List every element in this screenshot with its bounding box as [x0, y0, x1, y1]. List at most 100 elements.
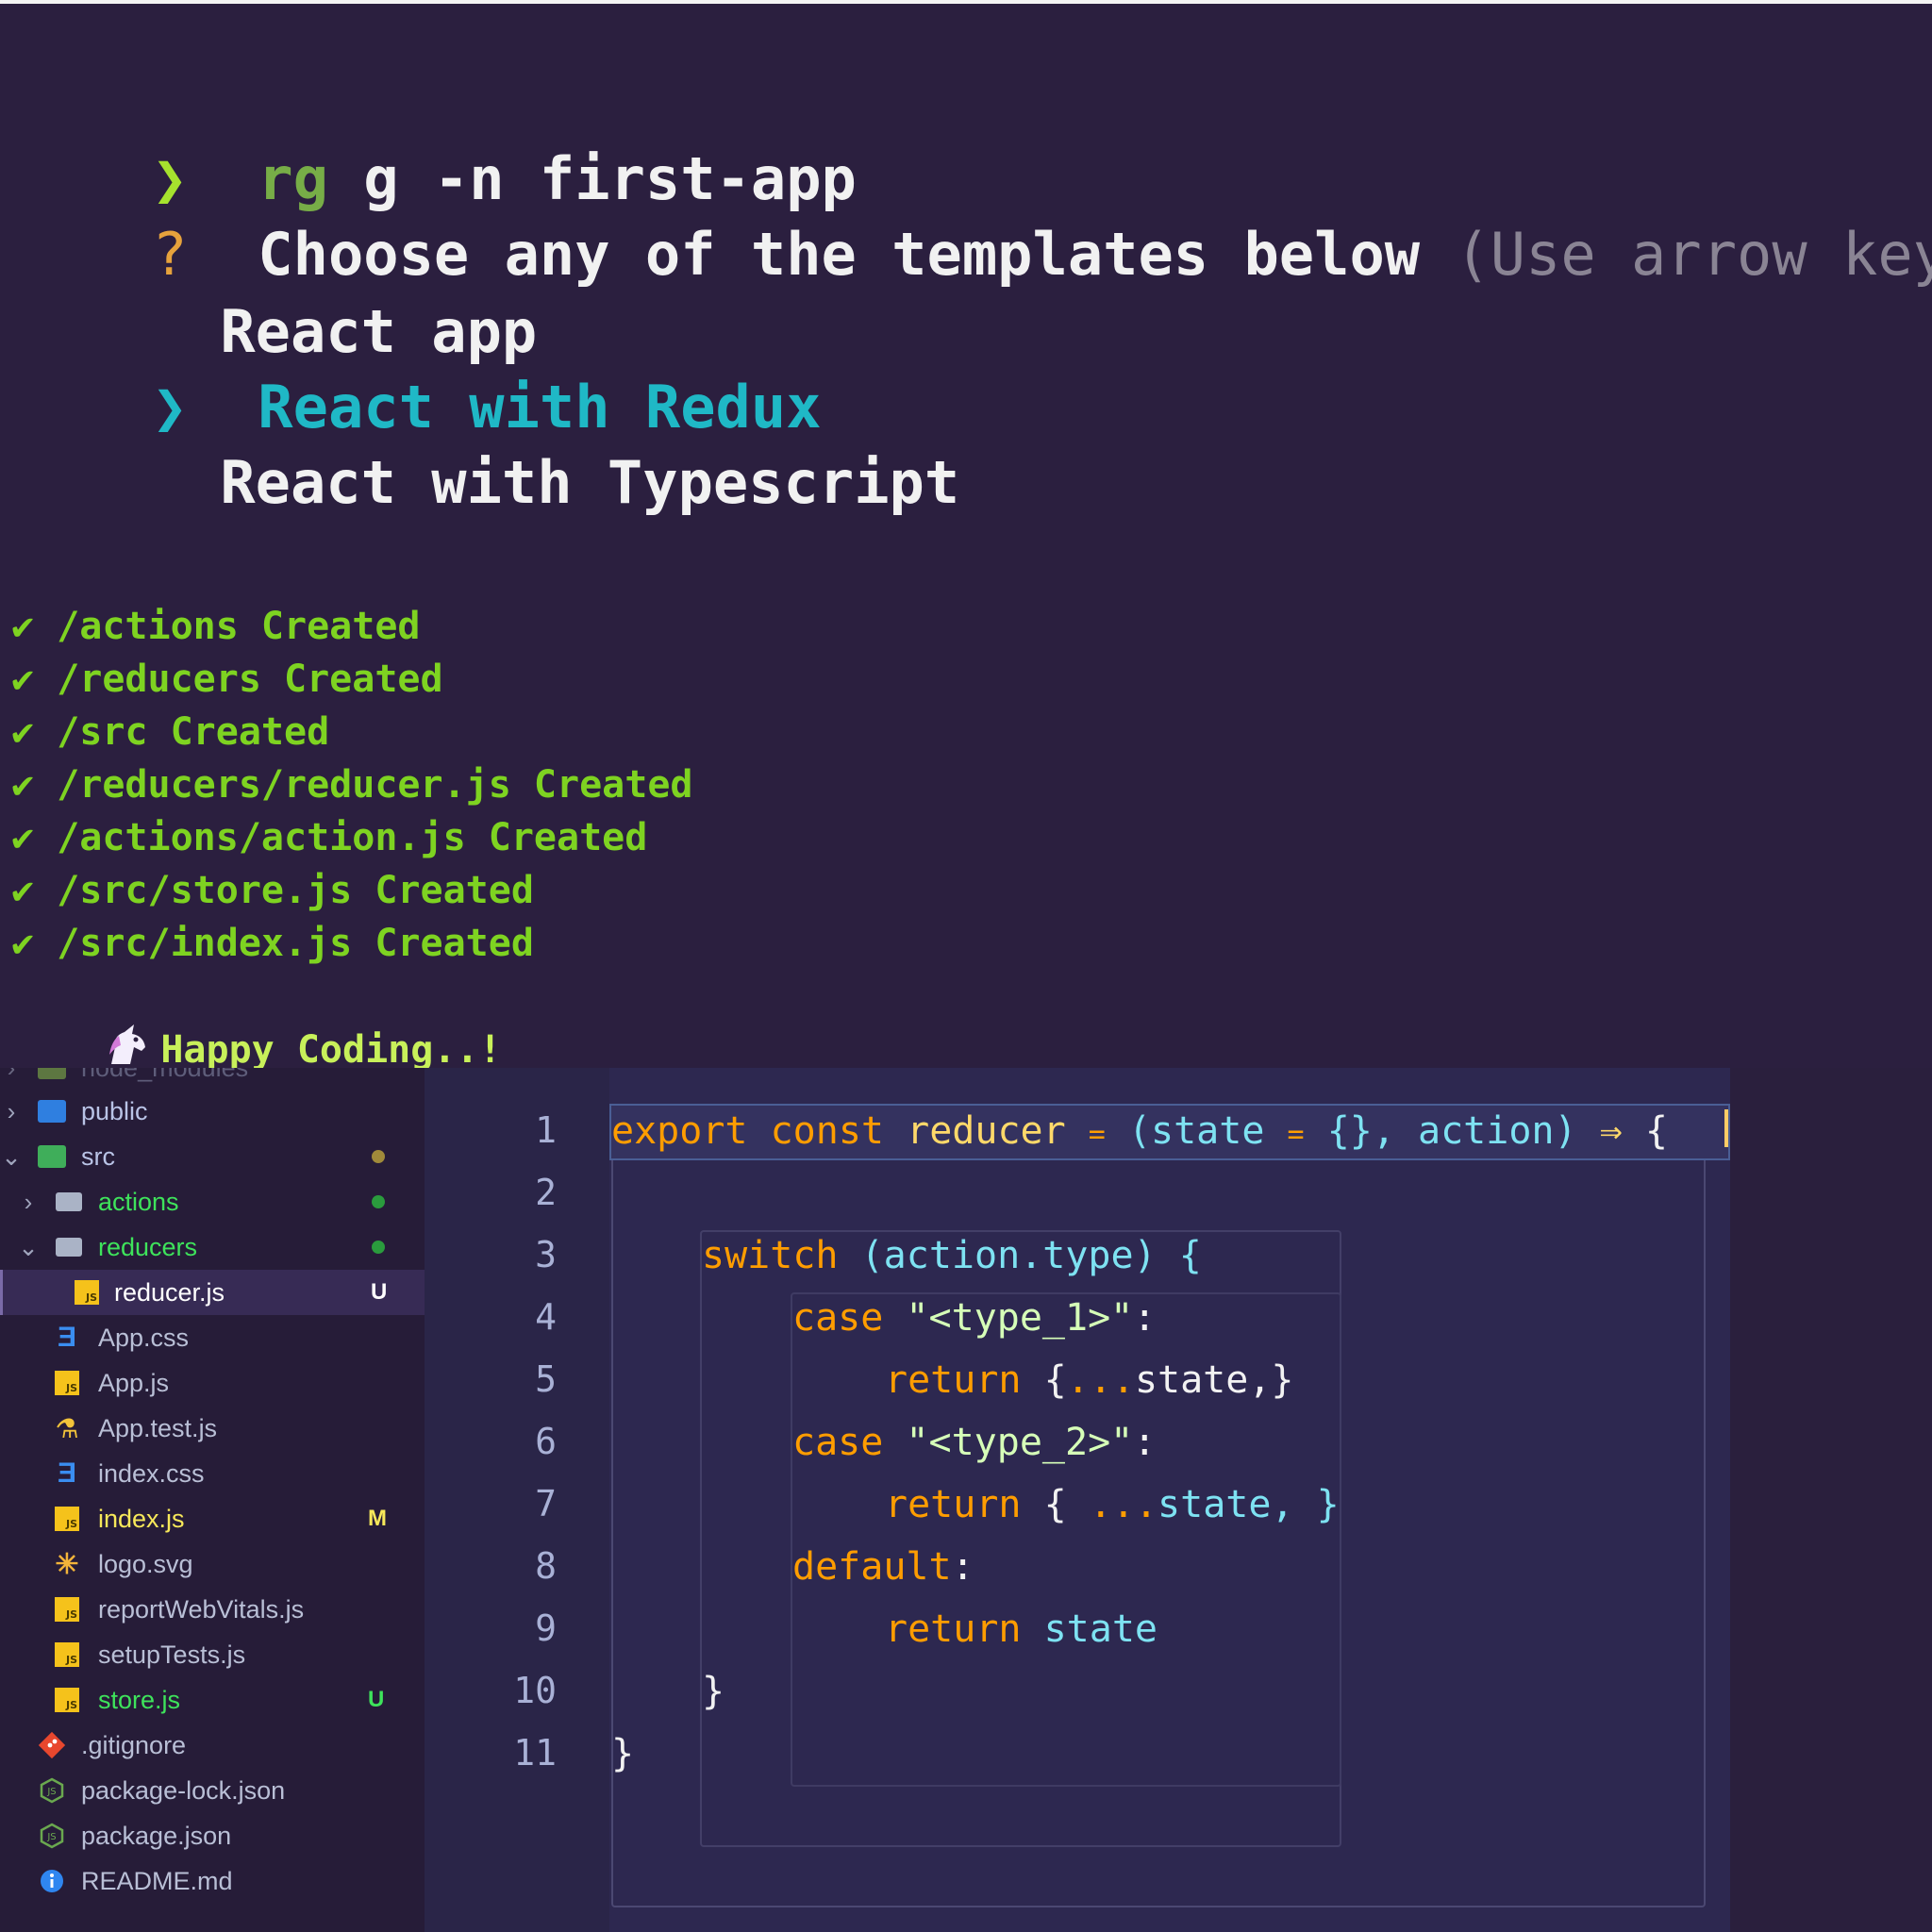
- modified-dot: [372, 1150, 385, 1163]
- js-file-icon: JS: [53, 1641, 81, 1669]
- token-keyword: default: [792, 1545, 952, 1589]
- line-number: 7: [535, 1483, 557, 1524]
- folder-icon: [38, 1068, 66, 1082]
- tree-row-report-web-vitals[interactable]: JS reportWebVitals.js: [0, 1587, 425, 1632]
- chevron-right-icon: ›: [7, 1096, 16, 1125]
- git-status-badge: M: [368, 1506, 387, 1531]
- tree-item-label: src: [81, 1141, 115, 1171]
- line-number: 2: [535, 1172, 557, 1213]
- tree-item-label: index.js: [98, 1504, 185, 1533]
- option-label: React with Typescript: [220, 448, 960, 517]
- token-keyword: const: [770, 1109, 885, 1153]
- code-line-9: return state: [885, 1607, 1158, 1651]
- unicorn-icon: [109, 1024, 146, 1064]
- tree-item-label: reportWebVitals.js: [98, 1594, 305, 1624]
- chevron-right-icon: ›: [2, 1068, 21, 1091]
- tree-row-reducer-js[interactable]: JS reducer.js U: [0, 1270, 425, 1315]
- question-hint: (Use arrow keys): [1455, 220, 1932, 289]
- token-string: "<type_1>": [906, 1296, 1134, 1340]
- flask-icon: ⚗: [55, 1413, 79, 1443]
- created-line: ✔ /src Created: [11, 706, 329, 758]
- token-punct: :: [951, 1545, 974, 1589]
- js-file-icon: JS: [73, 1278, 101, 1307]
- code-line-3: switch (action.type) {: [702, 1234, 1202, 1277]
- created-text: /reducers Created: [57, 658, 443, 701]
- created-line: ✔ /actions/action.js Created: [11, 811, 647, 864]
- chevron-down-icon: ⌄: [1, 1141, 22, 1171]
- code-line-7: return { ...state, }: [885, 1483, 1340, 1526]
- tree-row-setup-tests[interactable]: JS setupTests.js: [0, 1632, 425, 1677]
- token-identifier: state: [1043, 1607, 1158, 1651]
- git-status-badge: U: [371, 1279, 388, 1305]
- line-number: 4: [535, 1296, 557, 1338]
- tree-row-logo-svg[interactable]: ✳ logo.svg: [0, 1541, 425, 1587]
- token-keyword: case: [792, 1421, 884, 1464]
- tree-item-label: App.js: [98, 1368, 170, 1397]
- line-number: 3: [535, 1234, 557, 1275]
- terminal-panel: ❯ rg g -n first-app ? Choose any of the …: [0, 0, 1932, 1072]
- code-line-4: case "<type_1>":: [792, 1296, 1156, 1340]
- folder-open-icon: [55, 1233, 83, 1261]
- created-text: /src/index.js Created: [57, 922, 534, 965]
- code-line-1: export const reducer = (state = {}, acti…: [611, 1109, 1668, 1153]
- tree-row-index-css[interactable]: Ǝ index.css: [0, 1451, 425, 1496]
- line-number: 8: [535, 1545, 557, 1587]
- folder-public-icon: [38, 1097, 66, 1125]
- line-number: 9: [535, 1607, 557, 1649]
- folder-src-icon: [38, 1142, 66, 1171]
- tree-row-reducers[interactable]: ⌄ reducers: [0, 1224, 425, 1270]
- tree-item-label: actions: [98, 1187, 179, 1216]
- token-string: "<type_2>": [906, 1421, 1134, 1464]
- svg-file-icon: ✳: [55, 1548, 79, 1580]
- css-file-icon: Ǝ: [57, 1322, 76, 1353]
- info-icon: [38, 1867, 66, 1895]
- token-operator: =: [1088, 1118, 1106, 1151]
- untracked-dot: [372, 1241, 385, 1254]
- tree-row-public[interactable]: › public: [0, 1089, 425, 1134]
- line-number: 5: [535, 1358, 557, 1400]
- line-number: 11: [513, 1732, 557, 1774]
- code-line-11: }: [611, 1732, 634, 1775]
- tree-row-readme[interactable]: README.md: [0, 1858, 425, 1904]
- token-expression: (action.type) {: [860, 1234, 1202, 1277]
- check-icon: ✔: [11, 658, 35, 701]
- line-number: 10: [513, 1670, 557, 1711]
- token-arrow: ⇒: [1599, 1109, 1623, 1153]
- tree-row-index-js[interactable]: JS index.js M: [0, 1496, 425, 1541]
- tree-item-label: logo.svg: [98, 1549, 193, 1578]
- file-explorer: › node_modules › public ⌄ src › actions …: [0, 1068, 425, 1932]
- window-top-border: [0, 0, 1932, 4]
- code-line-8: default:: [792, 1545, 974, 1589]
- tree-item-label: store.js: [98, 1685, 181, 1714]
- tree-row-app-test-js[interactable]: ⚗ App.test.js: [0, 1406, 425, 1451]
- tree-row-node-modules[interactable]: › node_modules: [0, 1068, 425, 1091]
- created-text: /src Created: [57, 710, 330, 754]
- check-icon: ✔: [11, 816, 35, 859]
- tree-row-package-json[interactable]: JS package.json: [0, 1813, 425, 1858]
- line-number: 6: [535, 1421, 557, 1462]
- created-line: ✔ /actions Created: [11, 600, 421, 653]
- token-keyword: case: [792, 1296, 884, 1340]
- tree-row-app-css[interactable]: Ǝ App.css: [0, 1315, 425, 1360]
- created-line: ✔ /reducers Created: [11, 653, 443, 706]
- option-react-typescript[interactable]: React with Typescript: [11, 370, 959, 596]
- token-brace: {: [1043, 1358, 1067, 1402]
- tree-row-gitignore[interactable]: .gitignore: [0, 1723, 425, 1768]
- tree-row-src[interactable]: ⌄ src: [0, 1134, 425, 1179]
- token-punct: :: [1133, 1421, 1157, 1464]
- nodejs-icon: JS: [38, 1822, 66, 1850]
- tree-item-label: reducer.js: [114, 1277, 225, 1307]
- tree-row-actions[interactable]: › actions: [0, 1179, 425, 1224]
- check-icon: ✔: [11, 710, 35, 754]
- token-punct: :: [1133, 1296, 1157, 1340]
- tree-row-store-js[interactable]: JS store.js U: [0, 1677, 425, 1723]
- token-brace: {: [1043, 1483, 1067, 1526]
- token-param: {}, action): [1326, 1109, 1577, 1153]
- tree-item-label: index.css: [98, 1458, 205, 1488]
- token-keyword: export: [611, 1109, 748, 1153]
- token-identifier: reducer: [907, 1109, 1066, 1153]
- tree-item-label: App.test.js: [98, 1413, 218, 1442]
- tree-row-app-js[interactable]: JS App.js: [0, 1360, 425, 1406]
- tree-row-package-lock[interactable]: JS package-lock.json: [0, 1768, 425, 1813]
- code-editor[interactable]: 1 2 3 4 5 6 7 8 9 10 11 export const red…: [425, 1068, 1730, 1932]
